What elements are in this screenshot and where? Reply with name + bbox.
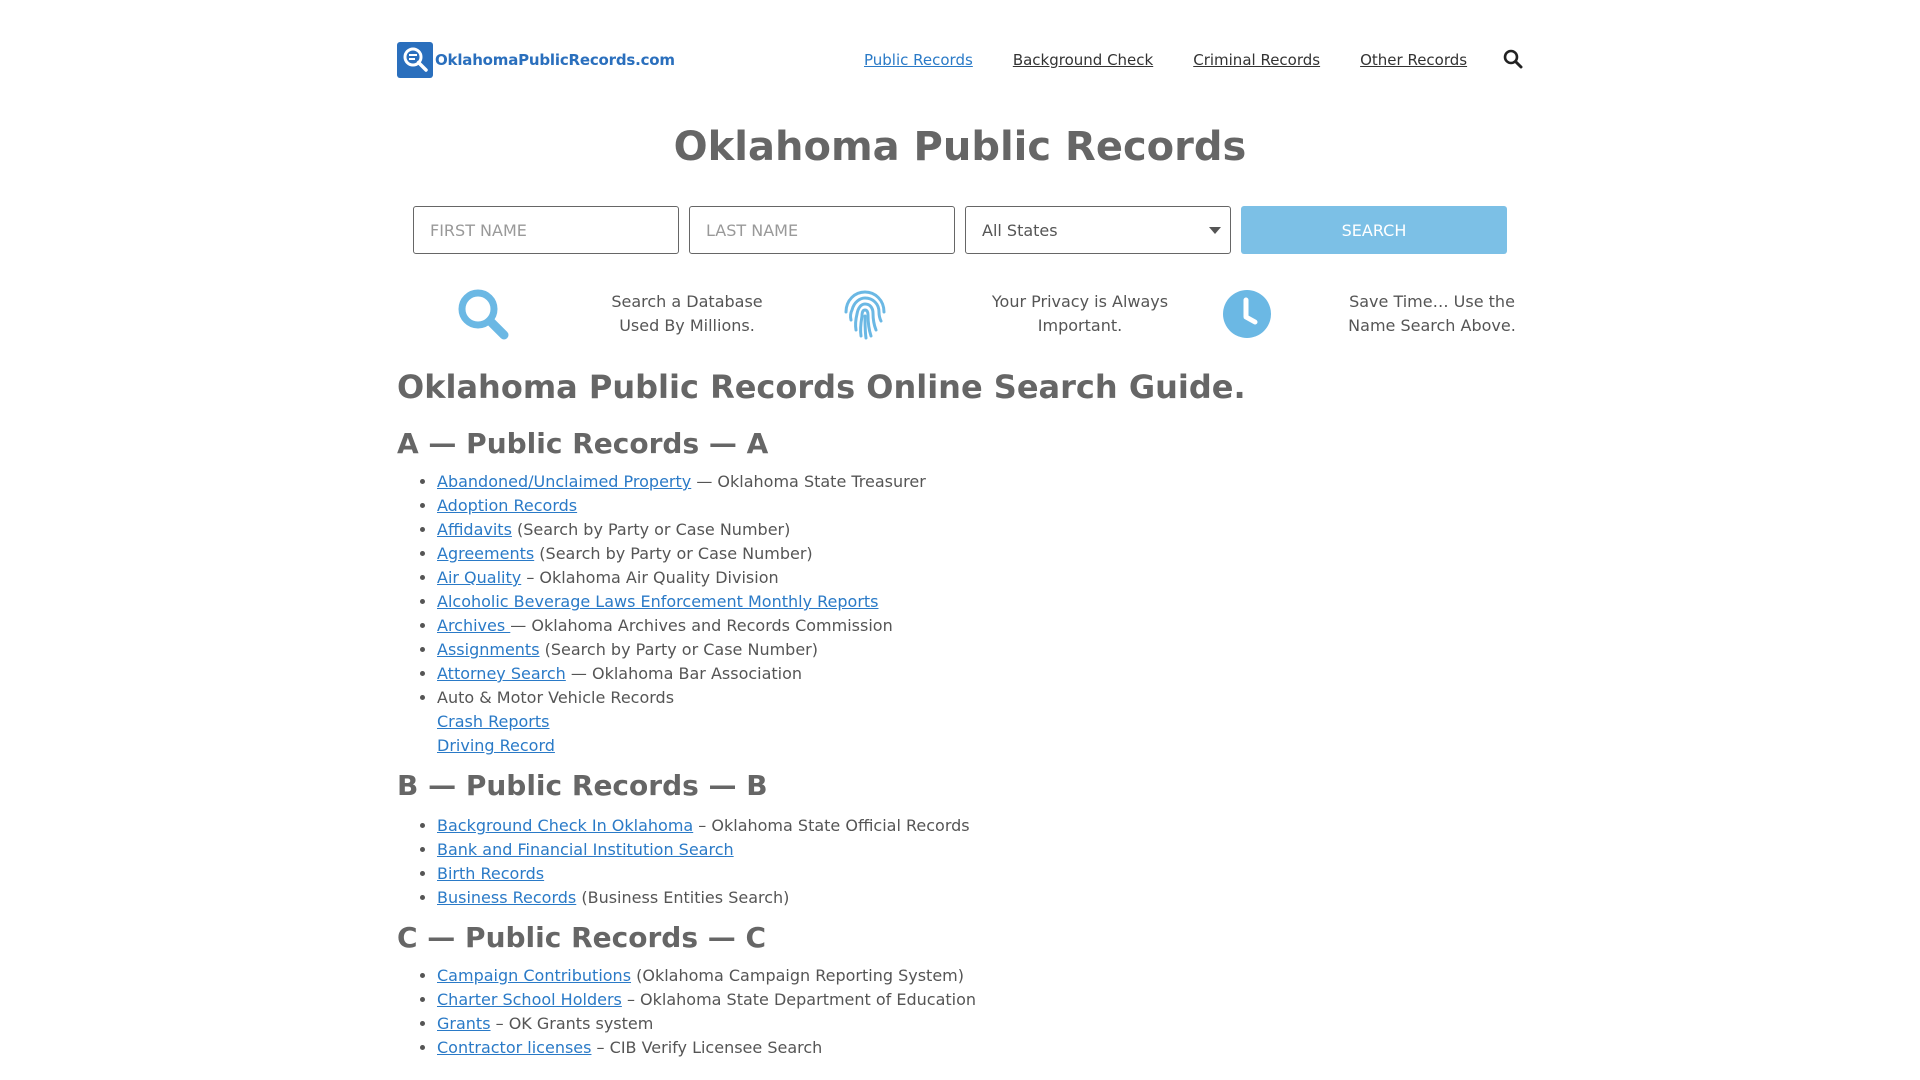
section-b-title: B — Public Records — B (397, 769, 768, 802)
state-select[interactable]: All States (965, 206, 1231, 254)
record-note: (Search by Party or Case Number) (511, 520, 791, 539)
list-item: Grants – OK Grants system (437, 1012, 1523, 1036)
site-header: OklahomaPublicRecords.com Public Records… (397, 0, 1523, 120)
feature-line: Save Time… Use the (1349, 292, 1515, 311)
record-note: – Oklahoma State Department of Education (621, 990, 977, 1009)
record-link[interactable]: Business Records (437, 888, 576, 907)
record-link[interactable]: Adoption Records (437, 496, 577, 515)
first-name-input[interactable] (413, 206, 679, 254)
record-note: – Oklahoma Air Quality Division (521, 568, 779, 587)
list-item: Assignments (Search by Party or Case Num… (437, 638, 1523, 662)
record-note: – Oklahoma State Official Records (693, 816, 970, 835)
clock-icon (1219, 286, 1275, 346)
record-link[interactable]: Abandoned/Unclaimed Property (437, 472, 691, 491)
record-note: — Oklahoma Archives and Records Commissi… (510, 616, 893, 635)
nav-criminal-records[interactable]: Criminal Records (1193, 51, 1320, 69)
list-item: Contractor licenses – CIB Verify License… (437, 1036, 1523, 1060)
list-item: Charter School Holders – Oklahoma State … (437, 988, 1523, 1012)
list-item: Abandoned/Unclaimed Property — Oklahoma … (437, 470, 1523, 494)
record-link[interactable]: Background Check In Oklahoma (437, 816, 693, 835)
section-a-list: Abandoned/Unclaimed Property — Oklahoma … (397, 470, 1523, 758)
name-search-form: All States SEARCH (413, 206, 1507, 254)
record-link[interactable]: Archives (437, 616, 510, 635)
page-title: Oklahoma Public Records (673, 124, 1247, 170)
record-note: (Oklahoma Campaign Reporting System) (631, 966, 964, 985)
record-note: – CIB Verify Licensee Search (591, 1038, 823, 1057)
nav-public-records[interactable]: Public Records (864, 51, 973, 69)
list-item: Attorney Search — Oklahoma Bar Associati… (437, 662, 1523, 686)
feature-line: Your Privacy is Always (991, 292, 1169, 311)
list-item: Business Records (Business Entities Sear… (437, 886, 1523, 910)
list-item: Affidavits (Search by Party or Case Numb… (437, 518, 1523, 542)
driving-record-link[interactable]: Driving Record (437, 734, 1523, 758)
guide-title: Oklahoma Public Records Online Search Gu… (397, 368, 1246, 406)
main-nav: Public Records Background Check Criminal… (864, 0, 1507, 120)
magnifier-logo-icon (397, 42, 433, 78)
list-item: Adoption Records (437, 494, 1523, 518)
feature-line: Search a Database (611, 292, 763, 311)
feature-line: Important. (1037, 316, 1123, 335)
page: OklahomaPublicRecords.com Public Records… (397, 0, 1523, 1080)
list-item: Auto & Motor Vehicle Records Crash Repor… (437, 686, 1523, 758)
record-note: — Oklahoma Bar Association (565, 664, 803, 683)
record-link[interactable]: Contractor licenses (437, 1038, 591, 1057)
list-item: Alcoholic Beverage Laws Enforcement Mont… (437, 590, 1523, 614)
list-item: Agreements (Search by Party or Case Numb… (437, 542, 1523, 566)
feature-line: Used By Millions. (619, 316, 755, 335)
feature-text-database: Search a Database Used By Millions. (587, 290, 787, 338)
feature-line: Name Search Above. (1348, 316, 1516, 335)
nav-other-records[interactable]: Other Records (1360, 51, 1467, 69)
search-icon (455, 286, 511, 346)
list-item: Birth Records (437, 862, 1523, 886)
state-select-value: All States (965, 206, 1231, 254)
section-b-list: Background Check In Oklahoma – Oklahoma … (397, 814, 1523, 910)
record-link[interactable]: Attorney Search (437, 664, 566, 683)
list-item: Archives — Oklahoma Archives and Records… (437, 614, 1523, 638)
record-link[interactable]: Charter School Holders (437, 990, 622, 1009)
list-item: Background Check In Oklahoma – Oklahoma … (437, 814, 1523, 838)
record-note: (Business Entities Search) (576, 888, 790, 907)
record-link[interactable]: Affidavits (437, 520, 512, 539)
nav-background-check[interactable]: Background Check (1013, 51, 1153, 69)
record-link[interactable]: Agreements (437, 544, 534, 563)
section-c-list: Campaign Contributions (Oklahoma Campaig… (397, 964, 1523, 1060)
section-a-title: A — Public Records — A (397, 427, 769, 460)
site-logo[interactable]: OklahomaPublicRecords.com (397, 42, 675, 78)
record-link[interactable]: Birth Records (437, 864, 544, 883)
record-link[interactable]: Bank and Financial Institution Search (437, 840, 734, 859)
search-button[interactable]: SEARCH (1241, 206, 1507, 254)
crash-reports-link[interactable]: Crash Reports (437, 710, 1523, 734)
search-icon[interactable] (1503, 49, 1523, 73)
record-label: Auto & Motor Vehicle Records (437, 688, 675, 707)
record-link[interactable]: Grants (437, 1014, 491, 1033)
record-link[interactable]: Campaign Contributions (437, 966, 631, 985)
list-item: Campaign Contributions (Oklahoma Campaig… (437, 964, 1523, 988)
last-name-input[interactable] (689, 206, 955, 254)
records-guide: Oklahoma Public Records Online Search Gu… (397, 360, 1523, 1060)
record-link[interactable]: Air Quality (437, 568, 521, 587)
feature-text-save-time: Save Time… Use the Name Search Above. (1337, 290, 1523, 338)
record-link[interactable]: Alcoholic Beverage Laws Enforcement Mont… (437, 592, 879, 611)
fingerprint-icon (837, 286, 893, 346)
record-link[interactable]: Assignments (437, 640, 540, 659)
section-c-title: C — Public Records — C (397, 921, 767, 954)
caret-down-icon (1209, 227, 1221, 234)
record-note: (Search by Party or Case Number) (534, 544, 813, 563)
list-item: Bank and Financial Institution Search (437, 838, 1523, 862)
record-note: (Search by Party or Case Number) (539, 640, 818, 659)
logo-text: OklahomaPublicRecords.com (435, 51, 675, 69)
features-row: Search a Database Used By Millions. Your… (397, 286, 1523, 356)
record-note: – OK Grants system (490, 1014, 654, 1033)
feature-text-privacy: Your Privacy is Always Important. (967, 290, 1193, 338)
list-item: Air Quality – Oklahoma Air Quality Divis… (437, 566, 1523, 590)
record-note: — Oklahoma State Treasurer (691, 472, 926, 491)
